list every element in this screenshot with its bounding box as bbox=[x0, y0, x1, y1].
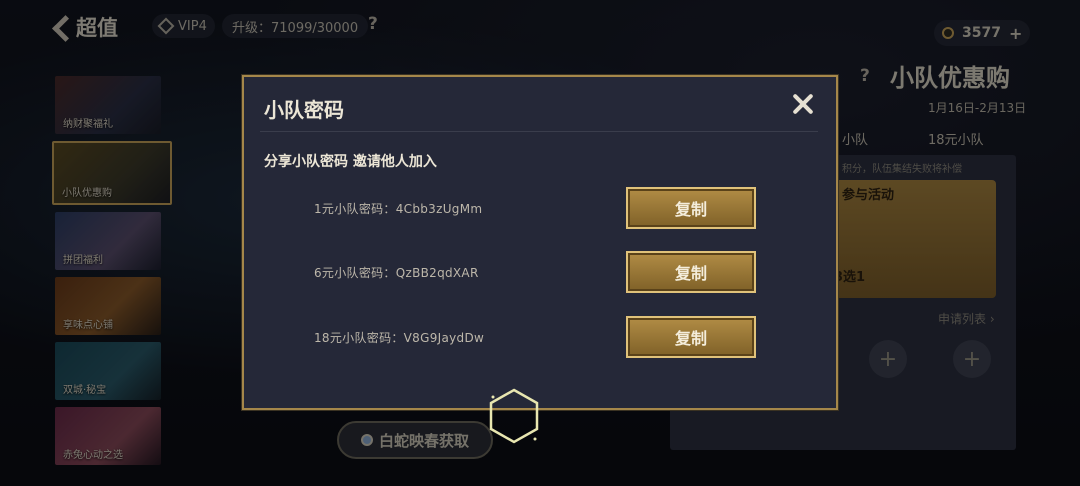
code-label: 1元小队密码：4Cbb3zUgMm bbox=[314, 202, 483, 216]
dialog-divider bbox=[260, 131, 818, 132]
code-label: 18元小队密码：V8G9JaydDw bbox=[314, 331, 485, 345]
code-label: 6元小队密码：QzBB2qdXAR bbox=[314, 266, 479, 280]
copy-button[interactable]: 复制 bbox=[626, 251, 756, 293]
dialog-subtitle: 分享小队密码 邀请他人加入 bbox=[264, 154, 437, 170]
code-row-6-yuan: 6元小队密码：QzBB2qdXAR 复制 bbox=[244, 251, 840, 295]
squad-password-dialog: 小队密码 分享小队密码 邀请他人加入 1元小队密码：4Cbb3zUgMm 复制 … bbox=[242, 75, 838, 410]
code-row-1-yuan: 1元小队密码：4Cbb3zUgMm 复制 bbox=[244, 187, 840, 231]
code-row-18-yuan: 18元小队密码：V8G9JaydDw 复制 bbox=[244, 316, 840, 360]
dialog-title: 小队密码 bbox=[264, 98, 344, 122]
copy-button[interactable]: 复制 bbox=[626, 316, 756, 358]
hexagon-decoration-icon bbox=[489, 388, 539, 444]
copy-button[interactable]: 复制 bbox=[626, 187, 756, 229]
close-icon[interactable] bbox=[790, 91, 816, 117]
